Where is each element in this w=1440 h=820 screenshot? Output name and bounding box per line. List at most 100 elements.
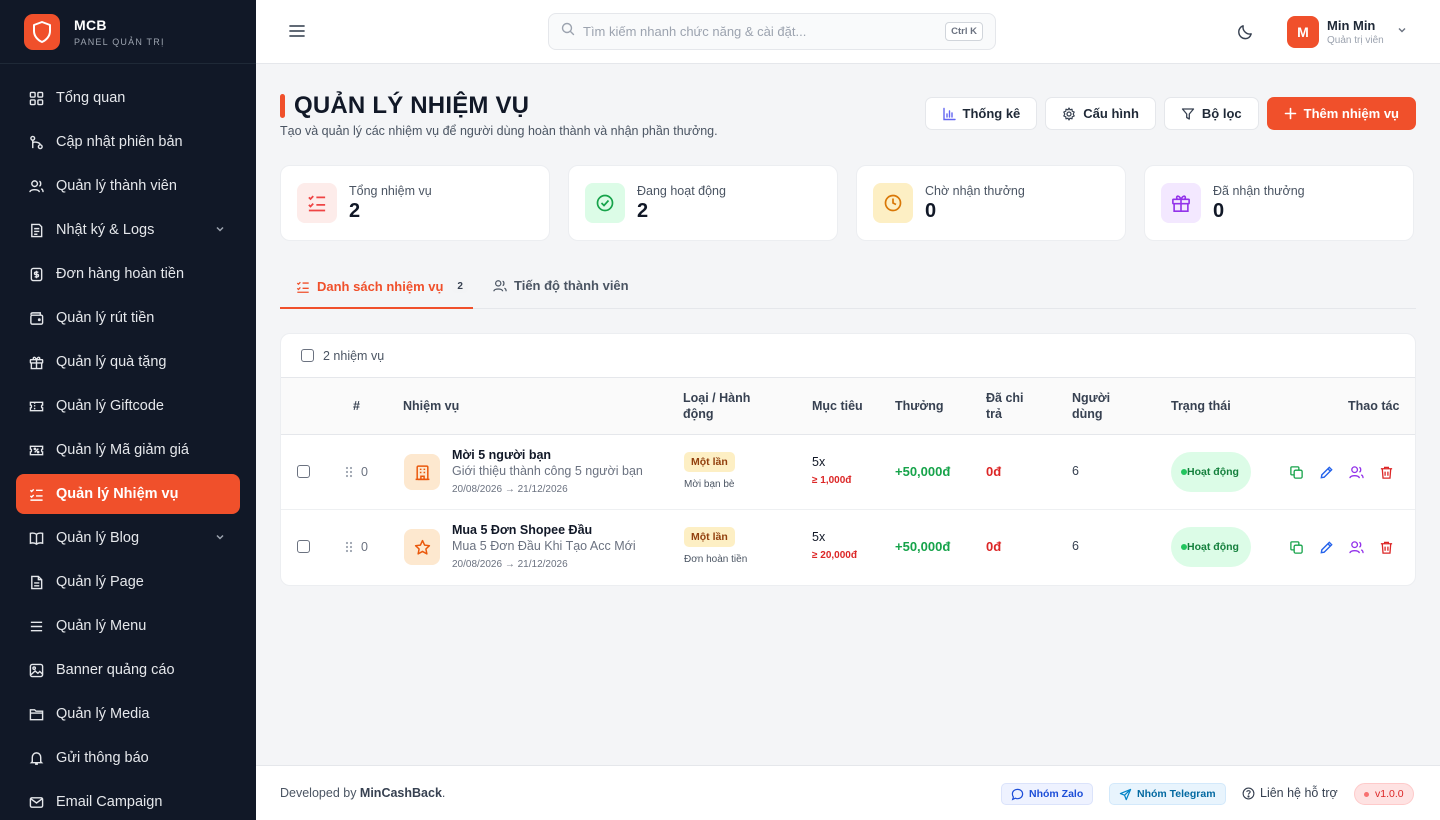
checklist-icon <box>297 183 337 223</box>
page-subtitle: Tạo và quản lý các nhiệm vụ để người dùn… <box>280 124 718 138</box>
brand[interactable]: MCB PANEL QUẢN TRỊ <box>0 0 256 64</box>
sidebar-item-media[interactable]: Quản lý Media <box>16 694 240 734</box>
copy-icon[interactable] <box>1288 464 1304 480</box>
sidebar-item-blog[interactable]: Quản lý Blog <box>16 518 240 558</box>
stat-value: 2 <box>637 199 649 222</box>
sidebar-item-label: Quản lý quà tặng <box>56 354 167 370</box>
add-task-button[interactable]: Thêm nhiệm vụ <box>1266 97 1416 130</box>
sidebar-item-coupons[interactable]: Quản lý Mã giảm giá <box>16 430 240 470</box>
task-users: 6 <box>1072 464 1079 478</box>
zalo-group-link[interactable]: Nhóm Zalo <box>1001 783 1094 805</box>
coupon-icon <box>28 442 44 458</box>
column-header-task: Nhiệm vụ <box>403 399 460 413</box>
column-header-type: Loại / Hành động <box>683 391 751 421</box>
filter-icon <box>1181 107 1195 120</box>
search-box[interactable]: Ctrl K <box>548 13 996 50</box>
sidebar-item-menu[interactable]: Quản lý Menu <box>16 606 240 646</box>
user-menu[interactable]: M Min Min Quản trị viên <box>1287 16 1408 48</box>
trash-icon[interactable] <box>1378 464 1394 480</box>
building-icon <box>404 454 440 490</box>
moon-icon[interactable] <box>1236 22 1255 46</box>
type-badge: Một lần <box>684 527 735 547</box>
user-name: Min Min <box>1327 18 1376 33</box>
file-icon <box>28 574 44 590</box>
edit-icon[interactable] <box>1318 464 1334 480</box>
footer-credit: Developed by MinCashBack. <box>280 786 445 800</box>
ticket-icon <box>28 398 44 414</box>
task-name: Mua 5 Đơn Shopee Đầu <box>452 523 593 537</box>
mail-icon <box>28 794 44 810</box>
table-row[interactable]: 0 Mua 5 Đơn Shopee Đầu Mua 5 Đơn Đầu Khi… <box>281 510 1415 585</box>
sidebar-item-notifications[interactable]: Gửi thông báo <box>16 738 240 778</box>
status-badge[interactable]: Hoạt động <box>1171 452 1251 492</box>
sidebar-item-giftcode[interactable]: Quản lý Giftcode <box>16 386 240 426</box>
status-label: Hoạt động <box>1187 465 1239 478</box>
sidebar-item-withdrawals[interactable]: Quản lý rút tiền <box>16 298 240 338</box>
status-badge[interactable]: Hoạt động <box>1171 527 1251 567</box>
users-progress-icon[interactable] <box>1348 464 1364 480</box>
task-target: 5x <box>812 530 826 544</box>
column-header-paid: Đã chi trả <box>986 391 1024 421</box>
stat-card-total: Tổng nhiệm vụ 2 <box>280 165 550 241</box>
brand-subtitle: PANEL QUẢN TRỊ <box>74 36 165 47</box>
sidebar-item-email-campaign[interactable]: Email Campaign <box>16 782 240 820</box>
stat-label: Tổng nhiệm vụ <box>349 183 432 198</box>
filter-button[interactable]: Bộ lọc <box>1163 97 1259 130</box>
copy-icon[interactable] <box>1288 539 1304 555</box>
chevron-down-icon <box>214 531 226 547</box>
sidebar-item-banners[interactable]: Banner quảng cáo <box>16 650 240 690</box>
type-badge: Một lần <box>684 452 735 472</box>
stats-button[interactable]: Thống kê <box>924 97 1038 130</box>
hamburger-menu-icon[interactable] <box>288 22 306 45</box>
user-role: Quản trị viên <box>1327 35 1384 46</box>
column-header-target: Mục tiêu <box>812 399 863 413</box>
sidebar-item-gifts[interactable]: Quản lý quà tặng <box>16 342 240 382</box>
table-row[interactable]: 0 Mời 5 người bạn Giới thiệu thành công … <box>281 435 1415 510</box>
column-header-reward: Thưởng <box>895 399 944 413</box>
task-users: 6 <box>1072 539 1079 553</box>
checklist-icon <box>296 281 309 293</box>
sidebar-item-logs[interactable]: Nhật ký & Logs <box>16 210 240 250</box>
edit-icon[interactable] <box>1318 539 1334 555</box>
row-checkbox[interactable] <box>297 465 310 478</box>
stat-value: 2 <box>349 199 361 222</box>
sidebar-item-label: Banner quảng cáo <box>56 662 175 678</box>
stats-row: Tổng nhiệm vụ 2 Đang hoạt động 2 Chờ nhậ… <box>280 165 1414 241</box>
footer-credit-prefix: Developed by <box>280 786 360 800</box>
sidebar-item-label: Quản lý Giftcode <box>56 398 164 414</box>
chevron-down-icon <box>1396 23 1408 41</box>
wallet-icon <box>28 310 44 326</box>
row-order: 0 <box>361 465 368 479</box>
stat-value: 0 <box>1213 199 1225 222</box>
task-reward: +50,000đ <box>895 539 951 554</box>
sidebar-item-tasks[interactable]: Quản lý Nhiệm vụ <box>16 474 240 514</box>
users-progress-icon[interactable] <box>1348 539 1364 555</box>
config-button[interactable]: Cấu hình <box>1045 97 1156 130</box>
tab-task-list[interactable]: Danh sách nhiệm vụ 2 <box>280 266 473 309</box>
footer-credit-name[interactable]: MinCashBack <box>360 786 442 800</box>
sidebar-item-members[interactable]: Quản lý thành viên <box>16 166 240 206</box>
tab-member-progress[interactable]: Tiến độ thành viên <box>493 264 629 307</box>
sidebar-item-label: Quản lý thành viên <box>56 178 177 194</box>
users-icon <box>28 178 44 194</box>
sidebar-item-overview[interactable]: Tổng quan <box>16 78 240 118</box>
search-input[interactable] <box>583 24 923 39</box>
stat-card-claimed: Đã nhận thưởng 0 <box>1144 165 1414 241</box>
drag-handle[interactable]: 0 <box>345 540 368 554</box>
status-label: Hoạt động <box>1187 540 1239 553</box>
sidebar-item-pages[interactable]: Quản lý Page <box>16 562 240 602</box>
support-link[interactable]: Liên hệ hỗ trợ <box>1242 786 1338 800</box>
git-branch-icon <box>28 134 44 150</box>
footer: Developed by MinCashBack. Nhóm Zalo Nhóm… <box>256 765 1440 820</box>
folder-icon <box>28 706 44 722</box>
footer-credit-suffix: . <box>441 786 446 800</box>
drag-handle[interactable]: 0 <box>345 465 368 479</box>
telegram-group-link[interactable]: Nhóm Telegram <box>1109 783 1226 805</box>
sidebar-item-cashback-orders[interactable]: Đơn hàng hoàn tiền <box>16 254 240 294</box>
stat-card-pending: Chờ nhận thưởng 0 <box>856 165 1126 241</box>
row-checkbox[interactable] <box>297 540 310 553</box>
select-all-checkbox[interactable] <box>301 349 314 362</box>
column-header-index: # <box>353 399 360 413</box>
sidebar-item-version-update[interactable]: Cập nhật phiên bản <box>16 122 240 162</box>
trash-icon[interactable] <box>1378 539 1394 555</box>
